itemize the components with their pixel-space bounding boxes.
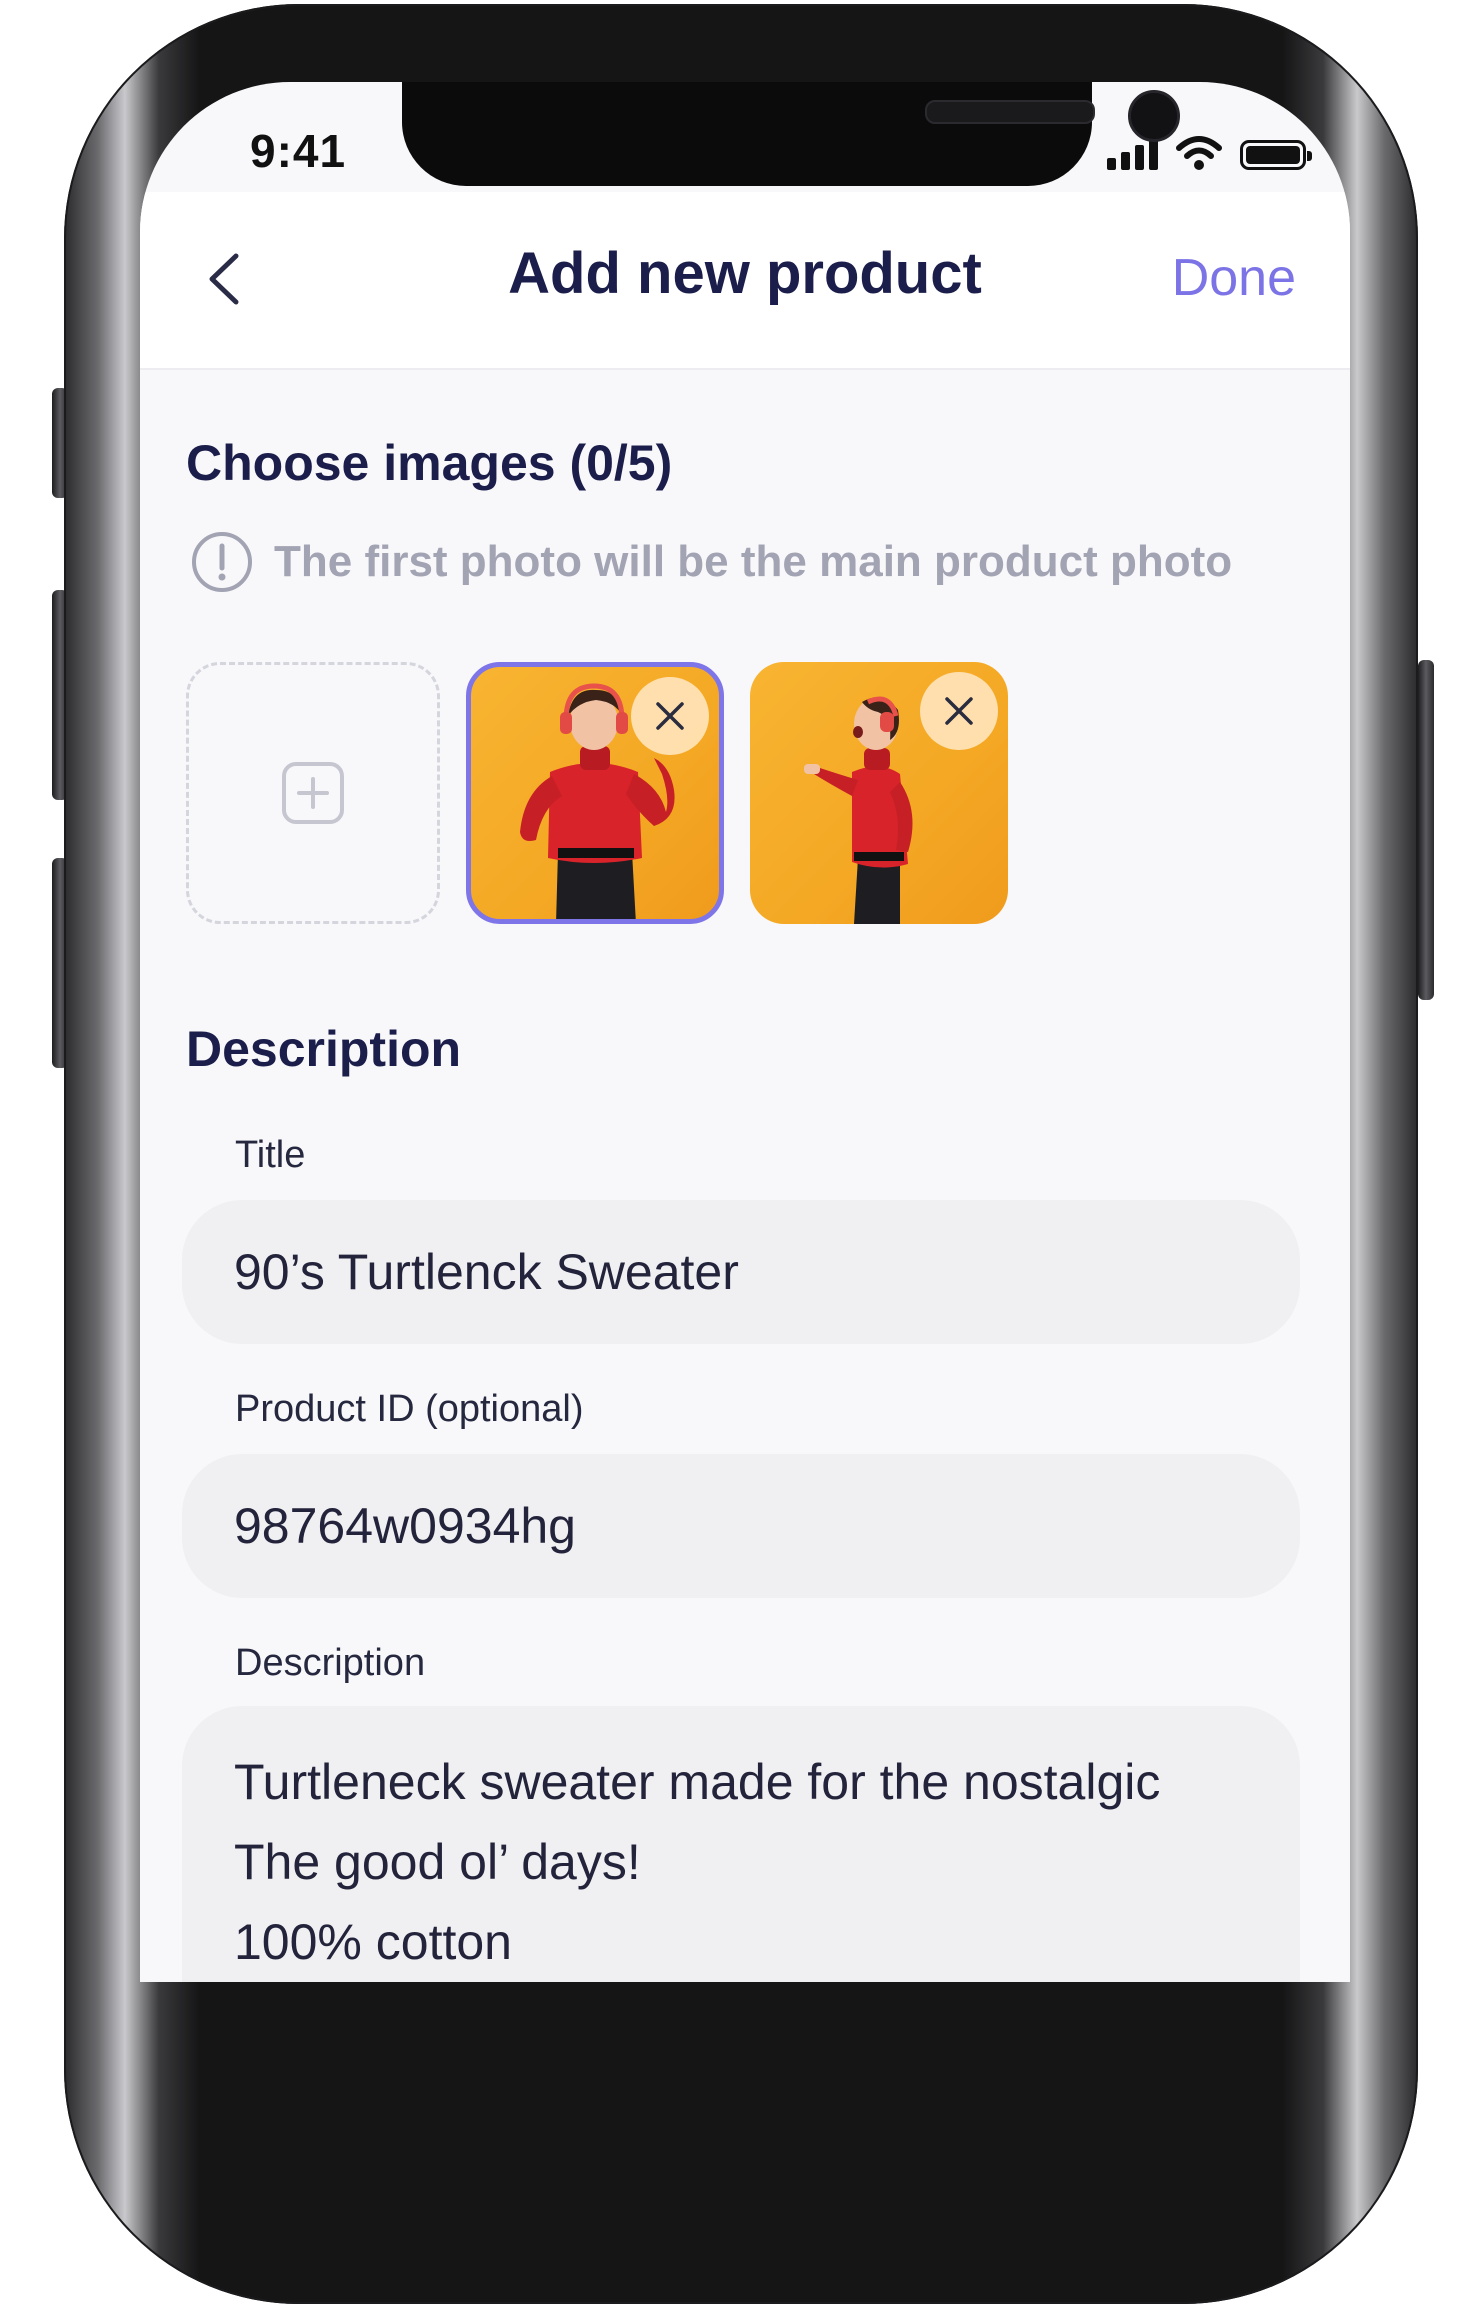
page-title: Add new product <box>508 241 982 306</box>
add-image-icon <box>282 762 344 824</box>
power-button <box>1418 660 1434 1000</box>
description-line: Turtleneck sweater made for the nostalgi… <box>234 1754 1161 1810</box>
product-id-input-value: 98764w0934hg <box>234 1498 576 1554</box>
product-id-label: Product ID (optional) <box>235 1388 584 1430</box>
phone-screen: 9:41 Add new product Done Choose images … <box>140 82 1350 1982</box>
description-line: 100% cotton <box>234 1914 512 1970</box>
remove-photo-1-button[interactable] <box>631 677 709 755</box>
title-label: Title <box>235 1134 306 1176</box>
close-icon <box>945 697 973 725</box>
notch <box>402 82 1180 186</box>
navigation-bar: Add new product Done <box>140 192 1350 370</box>
battery-icon <box>1240 140 1312 170</box>
description-textarea[interactable]: Turtleneck sweater made for the nostalgi… <box>182 1706 1300 1982</box>
images-section-title: Choose images (0/5) <box>186 435 673 491</box>
product-photo-2[interactable] <box>750 662 1008 924</box>
product-photo-1[interactable] <box>466 662 724 924</box>
image-picker <box>186 662 1008 924</box>
status-time: 9:41 <box>250 125 347 177</box>
remove-photo-2-button[interactable] <box>920 672 998 750</box>
add-image-button[interactable] <box>186 662 440 924</box>
images-hint: The first photo will be the main product… <box>190 530 1232 594</box>
wifi-icon <box>1176 136 1222 170</box>
description-line: The good ol’ days! <box>234 1834 641 1890</box>
hint-text: The first photo will be the main product… <box>274 537 1233 586</box>
speaker <box>925 100 1095 124</box>
done-button[interactable]: Done <box>1172 248 1296 308</box>
description-section-title: Description <box>186 1021 462 1077</box>
description-label: Description <box>235 1642 426 1684</box>
title-input[interactable]: 90’s Turtlenck Sweater <box>182 1200 1300 1344</box>
close-icon <box>656 702 684 730</box>
alert-icon <box>192 532 252 592</box>
product-id-input[interactable]: 98764w0934hg <box>182 1454 1300 1598</box>
title-input-value: 90’s Turtlenck Sweater <box>234 1244 739 1300</box>
front-camera <box>1128 90 1180 142</box>
status-icons <box>1107 136 1312 170</box>
